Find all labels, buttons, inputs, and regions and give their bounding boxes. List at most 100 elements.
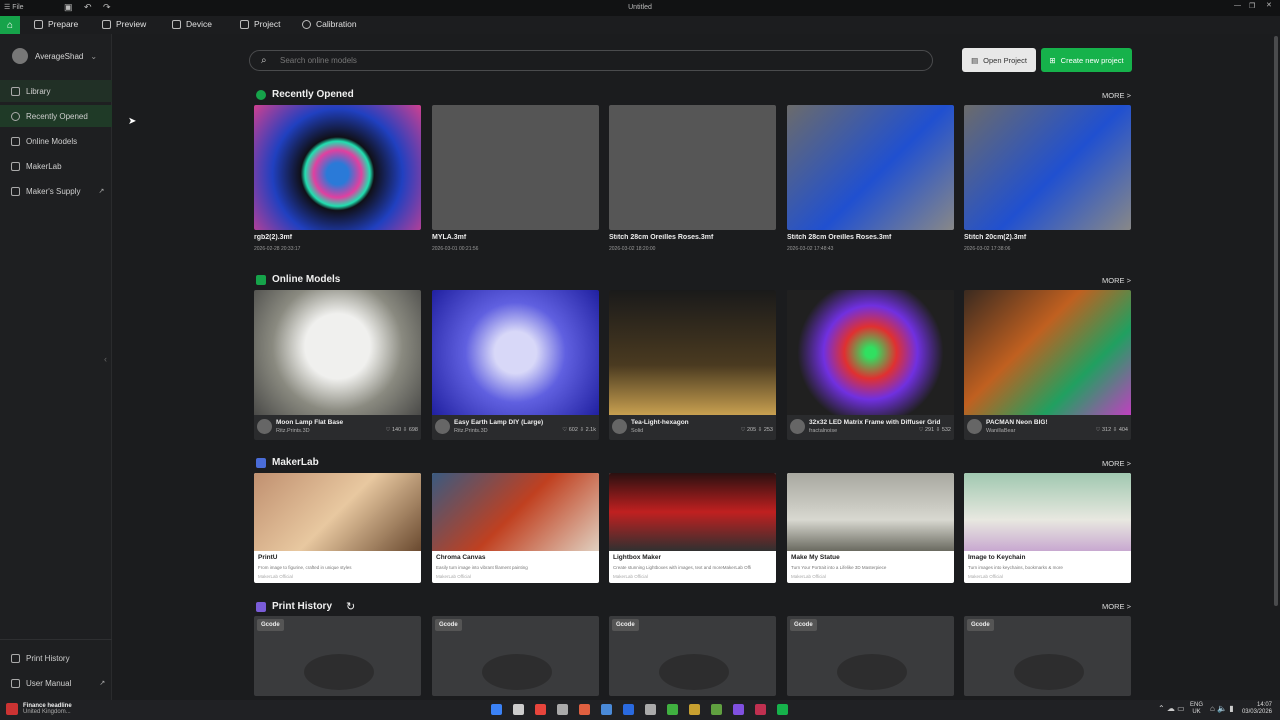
makerlab-title: Chroma Canvas [436, 554, 486, 561]
online-model-card[interactable]: Tea-Light-hexagon Solid ♡ 205 ⇩ 253 [609, 290, 776, 440]
makerlab-card[interactable]: Make My Statue Turn Your Portrait into a… [787, 473, 954, 583]
recent-thumbnail [609, 105, 776, 230]
model-author: fractalnoise [809, 428, 838, 434]
app-icon[interactable] [645, 704, 656, 715]
makerlab-title: PrintU [258, 554, 278, 561]
avatar [257, 419, 272, 434]
tab-project[interactable]: Project [240, 19, 280, 29]
sidebar: AverageShad ⌄ Library Recently Opened On… [0, 34, 112, 700]
search-icon[interactable] [513, 704, 524, 715]
sidebar-item-print-history[interactable]: Print History [0, 647, 112, 669]
bambu-studio-icon[interactable] [777, 704, 788, 715]
library-icon [11, 86, 20, 96]
chrome-icon[interactable] [535, 704, 546, 715]
makerlab-card[interactable]: Chroma Canvas Easily turn image into vib… [432, 473, 599, 583]
recent-card[interactable]: Stitch 28cm Oreilles Roses.3mf 2026-03-0… [787, 105, 954, 252]
print-history-card[interactable]: Gcode [254, 616, 421, 696]
app-icon[interactable] [755, 704, 766, 715]
gcode-badge: Gcode [257, 619, 284, 631]
scrollbar-thumb[interactable] [1274, 36, 1278, 606]
online-model-card[interactable]: 32x32 LED Matrix Frame with Diffuser Gri… [787, 290, 954, 440]
recent-card[interactable]: Stitch 28cm Oreilles Roses.3mf 2026-03-0… [609, 105, 776, 252]
xbox-icon[interactable] [667, 704, 678, 715]
create-project-button[interactable]: ⊞ Create new project [1041, 48, 1132, 72]
tab-prepare[interactable]: Prepare [34, 19, 78, 29]
model-author: WanillaBear [986, 428, 1016, 434]
makerlab-description: Turn images into keychains, bookmarks & … [968, 565, 1063, 570]
online-models-icon [256, 274, 266, 285]
print-preview [482, 654, 552, 690]
recent-file-name: MYLA.3mf [432, 234, 467, 241]
recent-date: 2026-03-02 17:48:43 [787, 246, 834, 252]
file-explorer-icon[interactable] [689, 704, 700, 715]
makerlab-title: Image to Keychain [968, 554, 1026, 561]
print-history-card[interactable]: Gcode [787, 616, 954, 696]
maximize-icon[interactable]: ❐ [1249, 2, 1255, 10]
sidebar-item-recently-opened[interactable]: Recently Opened [0, 105, 112, 127]
makerlab-author: MakerLab Official [613, 574, 648, 579]
top-tab-bar: ⌂ Prepare Preview Device Project Calibra… [0, 16, 1280, 34]
makerlab-more-link[interactable]: MORE > [1102, 459, 1131, 468]
tab-calibration[interactable]: Calibration [302, 19, 357, 29]
sidebar-item-user-manual[interactable]: User Manual ↗ [0, 672, 112, 694]
model-author: Ritz.Prints.3D [276, 428, 310, 434]
network-volume-battery[interactable]: ⌂ 🔈 ▮ [1210, 704, 1234, 713]
app-icon[interactable] [711, 704, 722, 715]
explorer-app-icon[interactable] [557, 704, 568, 715]
makerlab-card[interactable]: Image to Keychain Turn images into keych… [964, 473, 1131, 583]
sidebar-item-library[interactable]: Library [0, 80, 112, 102]
model-stats: ♡ 312 ⇩ 404 [1095, 427, 1128, 433]
brave-icon[interactable] [579, 704, 590, 715]
search-input[interactable]: ⌕ Search online models [249, 50, 933, 71]
print-history-card[interactable]: Gcode [432, 616, 599, 696]
scrollbar[interactable] [1273, 34, 1280, 700]
recent-card[interactable]: Stitch 20cm(2).3mf 2026-03-02 17:38:06 [964, 105, 1131, 252]
online-more-link[interactable]: MORE > [1102, 276, 1131, 285]
search-icon: ⌕ [261, 55, 267, 66]
section-online-models: Online Models [256, 274, 340, 285]
recent-more-link[interactable]: MORE > [1102, 91, 1131, 100]
avatar [435, 419, 450, 434]
tab-device[interactable]: Device [172, 19, 212, 29]
steam-icon[interactable] [601, 704, 612, 715]
recent-date: 2026-03-02 18:20:00 [609, 246, 656, 252]
online-model-card[interactable]: PACMAN Neon BIG! WanillaBear ♡ 312 ⇩ 404 [964, 290, 1131, 440]
makerlab-card[interactable]: PrintU From image to figurine, crafted i… [254, 473, 421, 583]
clock[interactable]: 14:07 03/03/2026 [1238, 702, 1272, 716]
model-stats: ♡ 140 ⇩ 698 [385, 427, 418, 433]
recent-card[interactable]: MYLA.3mf 2026-03-01 00:21:56 [432, 105, 599, 252]
makerlab-description: Turn Your Portrait into a Lifelike 3D Ma… [791, 565, 887, 570]
start-icon[interactable] [491, 704, 502, 715]
makerlab-card[interactable]: Lightbox Maker Create stunning Lightboxe… [609, 473, 776, 583]
app-icon[interactable] [733, 704, 744, 715]
home-button[interactable]: ⌂ [0, 16, 20, 34]
system-tray[interactable]: ⌃ ☁ ▭ [1158, 704, 1185, 713]
open-project-button[interactable]: ▤ Open Project [962, 48, 1036, 72]
gcode-badge: Gcode [967, 619, 994, 631]
photoshop-icon[interactable] [623, 704, 634, 715]
online-model-card[interactable]: Moon Lamp Flat Base Ritz.Prints.3D ♡ 140… [254, 290, 421, 440]
makerlab-description: Create stunning Lightboxes with images, … [613, 565, 751, 570]
language-indicator[interactable]: ENG UK [1190, 702, 1203, 716]
collapse-sidebar-icon[interactable]: ‹ [104, 354, 107, 364]
close-icon[interactable]: ✕ [1266, 1, 1272, 9]
tab-preview[interactable]: Preview [102, 19, 146, 29]
sidebar-item-makerlab[interactable]: MakerLab [0, 155, 112, 177]
recent-date: 2026-03-01 00:21:56 [432, 246, 479, 252]
recent-card[interactable]: rgb2(2).3mf 2026-02-28 20:33:17 [254, 105, 421, 252]
sidebar-item-online-models[interactable]: Online Models [0, 130, 112, 152]
section-print-history: Print History ↻ [256, 600, 355, 613]
online-model-card[interactable]: Easy Earth Lamp DIY (Large) Ritz.Prints.… [432, 290, 599, 440]
refresh-icon[interactable]: ↻ [346, 600, 355, 613]
makerlab-icon [11, 161, 20, 171]
sidebar-item-makers-supply[interactable]: Maker's Supply ↗ [0, 180, 112, 202]
device-icon [172, 19, 181, 29]
makerlab-author: MakerLab Official [258, 574, 293, 579]
print-preview [837, 654, 907, 690]
minimize-icon[interactable]: — [1234, 2, 1241, 9]
history-more-link[interactable]: MORE > [1102, 602, 1131, 611]
user-menu[interactable]: AverageShad ⌄ [12, 48, 97, 64]
print-history-card[interactable]: Gcode [964, 616, 1131, 696]
print-history-card[interactable]: Gcode [609, 616, 776, 696]
news-widget[interactable]: Finance headline United Kingdom... [6, 703, 72, 715]
